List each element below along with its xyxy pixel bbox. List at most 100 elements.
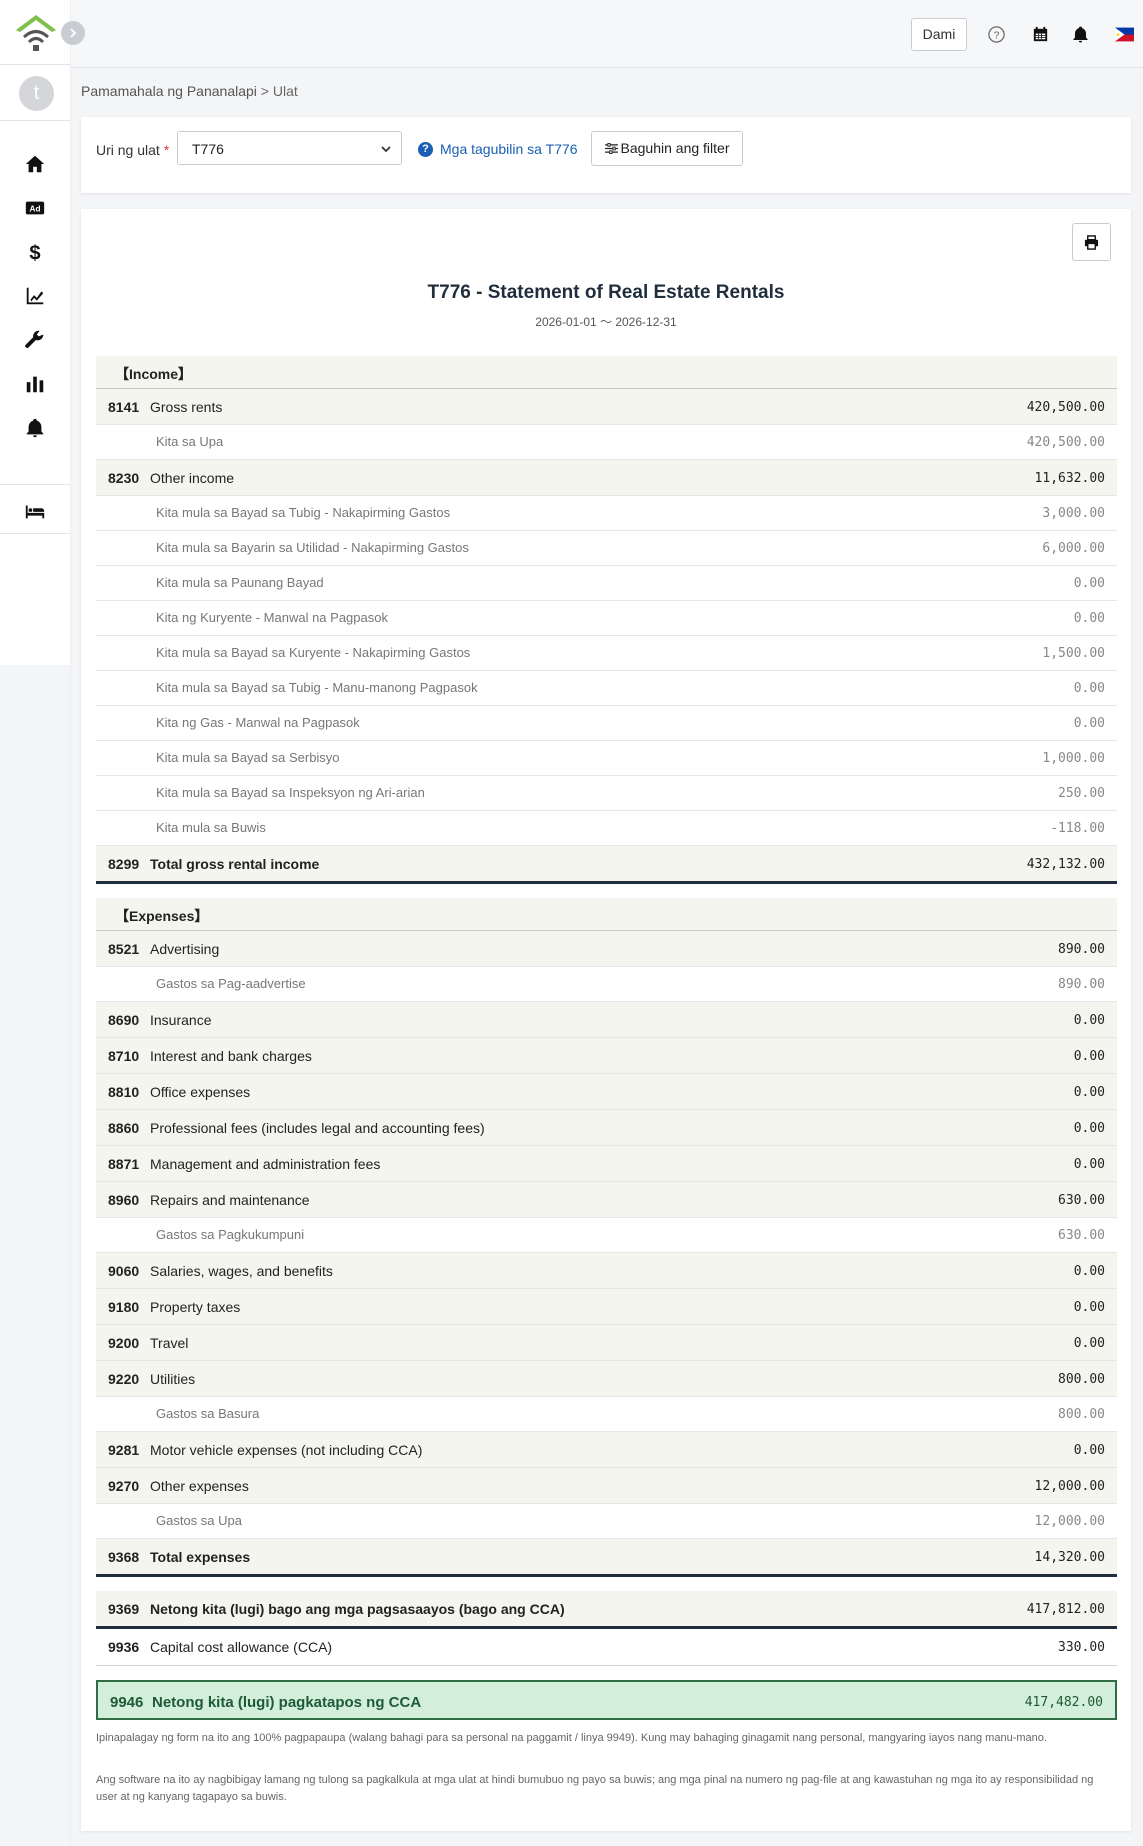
report-type-select[interactable]: T776 xyxy=(177,131,402,165)
row-amount: 800.00 xyxy=(1058,1407,1105,1422)
section-header: 【Income】 xyxy=(96,356,1117,389)
avatar[interactable]: t xyxy=(19,76,54,111)
detail-row: Gastos sa Basura 800.00 xyxy=(96,1397,1117,1432)
row-label: Travel xyxy=(150,1335,189,1351)
collapse-sidebar-button[interactable] xyxy=(61,21,85,45)
sidebar-divider xyxy=(0,484,70,485)
row-label: Kita sa Upa xyxy=(156,434,224,449)
account-row: 9060 Salaries, wages, and benefits 0.00 xyxy=(96,1253,1117,1289)
report-disclaimer: Ang software na ito ay nagbibigay lamang… xyxy=(96,1774,1094,1803)
sliders-icon xyxy=(604,143,618,154)
account-code: 8960 xyxy=(108,1192,140,1208)
row-amount: 0.00 xyxy=(1073,1443,1105,1458)
row-label: Netong kita (lugi) bago ang mga pagsasaa… xyxy=(150,1601,565,1617)
row-amount: 3,000.00 xyxy=(1042,506,1105,521)
detail-row: Kita mula sa Bayad sa Serbisyo 1,000.00 xyxy=(96,741,1117,776)
row-label: Gross rents xyxy=(150,399,223,415)
sidebar-divider xyxy=(0,120,70,121)
account-row: 8960 Repairs and maintenance 630.00 xyxy=(96,1182,1117,1218)
row-amount: 0.00 xyxy=(1073,716,1105,731)
question-circle-icon: ? xyxy=(418,141,433,157)
row-label: Kita mula sa Bayad sa Tubig - Nakapirmin… xyxy=(156,505,451,520)
detail-row: Kita ng Gas - Manwal na Pagpasok 0.00 xyxy=(96,706,1117,741)
row-label: 【Expenses】 xyxy=(115,908,209,924)
account-code: 8299 xyxy=(108,856,140,872)
sidebar-divider xyxy=(0,533,70,534)
row-amount: 11,632.00 xyxy=(1034,471,1105,486)
calendar-icon[interactable] xyxy=(1029,23,1051,45)
row-amount: 6,000.00 xyxy=(1042,541,1105,556)
bell-icon[interactable] xyxy=(21,414,49,442)
row-amount: 0.00 xyxy=(1073,681,1105,696)
account-code: 8690 xyxy=(108,1012,140,1028)
account-code: 9368 xyxy=(108,1549,140,1565)
change-filter-label: Baguhin ang filter xyxy=(620,140,730,156)
chart-edit-icon[interactable] xyxy=(21,282,49,310)
account-row: 8860 Professional fees (includes legal an… xyxy=(96,1110,1117,1146)
top-header: Dami ? xyxy=(71,0,1143,68)
sidebar-border xyxy=(70,0,71,1846)
account-row: 9281 Motor vehicle expenses (not includin… xyxy=(96,1432,1117,1468)
row-amount: 890.00 xyxy=(1058,977,1105,992)
section-header: 【Expenses】 xyxy=(96,898,1117,931)
row-label: Gastos sa Basura xyxy=(156,1406,260,1421)
app-logo[interactable] xyxy=(14,12,58,52)
row-amount: 0.00 xyxy=(1073,1157,1105,1172)
help-link[interactable]: ? Mga tagubilin sa T776 xyxy=(418,141,578,157)
row-amount: 1,500.00 xyxy=(1042,646,1105,661)
row-label: Total expenses xyxy=(150,1549,251,1565)
account-code: 9946 xyxy=(110,1694,144,1711)
bell-icon[interactable] xyxy=(1069,23,1091,45)
row-label: Kita ng Gas - Manwal na Pagpasok xyxy=(156,715,360,730)
change-filter-button[interactable]: Baguhin ang filter xyxy=(591,131,743,166)
filter-card: Uri ng ulat * T776 ? Mga tagubilin sa T7… xyxy=(81,117,1131,193)
help-icon[interactable]: ? xyxy=(985,23,1007,45)
row-amount: 250.00 xyxy=(1058,786,1105,801)
report-date-range: 2026-01-01 〜 2026-12-31 xyxy=(535,315,677,329)
wrench-icon[interactable] xyxy=(21,326,49,354)
dollar-icon[interactable]: $ xyxy=(21,238,49,266)
row-amount: 330.00 xyxy=(1058,1640,1105,1655)
row-amount: 0.00 xyxy=(1073,1013,1105,1028)
account-row: 8710 Interest and bank charges 0.00 xyxy=(96,1038,1117,1074)
row-label: Repairs and maintenance xyxy=(150,1192,310,1208)
row-amount: 417,482.00 xyxy=(1024,1695,1103,1710)
breadcrumb-parent[interactable]: Pamamahala ng Pananalapi xyxy=(81,83,257,99)
row-label: Management and administration fees xyxy=(150,1156,381,1172)
row-amount: 630.00 xyxy=(1058,1193,1105,1208)
detail-row: Kita sa Upa 420,500.00 xyxy=(96,425,1117,460)
row-label: Gastos sa Pag-aadvertise xyxy=(156,976,306,991)
row-amount: 630.00 xyxy=(1058,1228,1105,1243)
account-row: 9180 Property taxes 0.00 xyxy=(96,1289,1117,1325)
row-amount: 0.00 xyxy=(1073,611,1105,626)
row-amount: 890.00 xyxy=(1058,942,1105,957)
ad-icon[interactable]: Ad xyxy=(21,194,49,222)
detail-row: Gastos sa Pagkukumpuni 630.00 xyxy=(96,1218,1117,1253)
home-icon[interactable] xyxy=(21,150,49,178)
row-amount: 0.00 xyxy=(1073,1049,1105,1064)
bar-chart-icon[interactable] xyxy=(21,370,49,398)
row-label: Netong kita (lugi) pagkatapos ng CCA xyxy=(152,1694,422,1711)
account-code: 9200 xyxy=(108,1335,140,1351)
row-amount: 800.00 xyxy=(1058,1372,1105,1387)
row-label: Kita mula sa Bayad sa Inspeksyon ng Ari-… xyxy=(156,785,425,800)
row-label: Kita mula sa Paunang Bayad xyxy=(156,575,324,590)
philippines-flag-icon[interactable] xyxy=(1113,23,1135,45)
bed-icon[interactable] xyxy=(21,497,49,525)
row-amount: 1,000.00 xyxy=(1042,751,1105,766)
account-code: 9270 xyxy=(108,1478,140,1494)
print-button[interactable] xyxy=(1072,223,1111,261)
account-code: 9936 xyxy=(108,1639,140,1655)
more-button[interactable]: Dami xyxy=(911,18,967,51)
row-label: Total gross rental income xyxy=(150,856,320,872)
account-row: 9368 Total expenses 14,320.00 xyxy=(96,1539,1117,1577)
account-code: 9281 xyxy=(108,1442,140,1458)
row-label: Other income xyxy=(150,470,235,486)
row-label: Office expenses xyxy=(150,1084,251,1100)
row-label: Other expenses xyxy=(150,1478,249,1494)
required-mark: * xyxy=(163,142,170,158)
row-amount: 0.00 xyxy=(1073,1264,1105,1279)
row-amount: 0.00 xyxy=(1073,1336,1105,1351)
account-row: 8871 Management and administration fees 0.… xyxy=(96,1146,1117,1182)
row-amount: 0.00 xyxy=(1073,1121,1105,1136)
